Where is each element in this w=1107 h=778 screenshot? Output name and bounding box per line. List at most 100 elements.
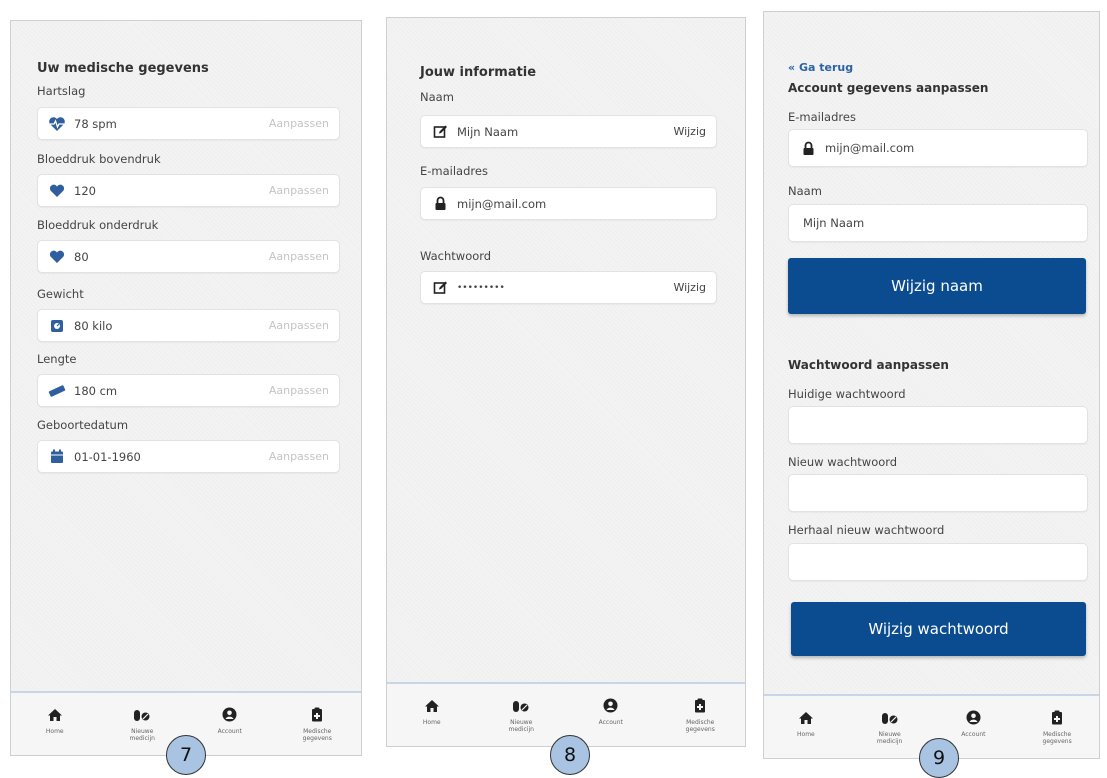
heart-rate-field[interactable]: 78 spm Aanpassen (37, 107, 340, 140)
change-name-button[interactable]: Wijzig naam (788, 258, 1086, 314)
name-input-value: Mijn Naam (803, 216, 865, 230)
step-badge-7: 7 (166, 735, 206, 775)
clipboard-icon (311, 707, 323, 726)
nav-label: Medische gegevens (685, 719, 715, 733)
email-field: mijn@mail.com (788, 129, 1088, 167)
nav-new-medicine[interactable]: Nieuwe medicijn (477, 684, 567, 746)
step-badge-8: 8 (550, 735, 590, 775)
email-field: mijn@mail.com (420, 187, 717, 220)
new-password-input[interactable] (788, 474, 1088, 512)
user-circle-icon (603, 698, 618, 717)
nav-label: Nieuwe medicijn (876, 731, 903, 745)
edit-icon (431, 123, 449, 141)
weight-edit-link[interactable]: Aanpassen (269, 319, 329, 332)
email-value: mijn@mail.com (825, 141, 915, 155)
pills-icon (133, 707, 151, 726)
nav-label: Home (797, 731, 815, 738)
password-value: ••••••••• (457, 282, 505, 293)
nav-home[interactable]: Home (764, 696, 848, 758)
heart-rate-label: Hartslag (37, 84, 86, 98)
nav-new-medicine[interactable]: Nieuwe medicijn (848, 696, 932, 758)
page-title: Account gegevens aanpassen (788, 81, 989, 95)
step-badge-9: 9 (919, 738, 959, 778)
weight-label: Gewicht (37, 287, 84, 301)
heart-icon (48, 248, 66, 266)
nav-label: Account (217, 728, 242, 735)
nav-home[interactable]: Home (387, 684, 477, 746)
nav-label: Nieuwe medicijn (129, 728, 155, 742)
birthdate-value: 01-01-1960 (74, 449, 141, 464)
systolic-value: 120 (74, 183, 96, 198)
ruler-icon (48, 382, 66, 400)
nav-label: Medische gegevens (302, 728, 332, 742)
back-label: Ga terug (798, 61, 854, 74)
user-circle-icon (966, 710, 981, 729)
edit-icon (431, 279, 449, 297)
password-field[interactable]: ••••••••• Wijzig (420, 271, 717, 304)
email-label: E-mailadres (788, 110, 856, 124)
nav-medical-data[interactable]: Medische gegevens (274, 693, 362, 755)
heart-rate-edit-link[interactable]: Aanpassen (269, 117, 329, 130)
diastolic-field[interactable]: 80 Aanpassen (37, 240, 340, 273)
home-icon (47, 707, 63, 726)
password-label: Wachtwoord (420, 249, 492, 263)
weight-scale-icon (48, 317, 66, 335)
name-field[interactable]: Mijn Naam Wijzig (420, 115, 717, 148)
current-password-input[interactable] (788, 406, 1088, 444)
nav-label: Home (422, 719, 441, 726)
name-label: Naam (420, 90, 454, 104)
systolic-label: Bloeddruk bovendruk (37, 152, 161, 166)
repeat-password-input[interactable] (788, 543, 1088, 581)
repeat-password-label: Herhaal nieuw wachtwoord (788, 523, 945, 537)
lock-icon (431, 195, 449, 213)
clipboard-icon (1051, 710, 1063, 729)
current-password-label: Huidige wachtwoord (788, 387, 906, 401)
account-info-screen: Jouw informatie Naam Mijn Naam Wijzig E-… (386, 17, 746, 747)
home-icon (798, 710, 814, 729)
nav-label: Home (45, 728, 64, 735)
name-value: Mijn Naam (457, 124, 519, 139)
nav-home[interactable]: Home (11, 693, 99, 755)
weight-value: 80 kilo (74, 318, 113, 333)
edit-password-link[interactable]: Wijzig (673, 281, 706, 294)
calendar-icon (48, 448, 66, 466)
diastolic-value: 80 (74, 249, 89, 264)
systolic-field[interactable]: 120 Aanpassen (37, 174, 340, 207)
pills-icon (512, 698, 530, 717)
height-edit-link[interactable]: Aanpassen (269, 384, 329, 397)
height-field[interactable]: 180 cm Aanpassen (37, 374, 340, 407)
height-value: 180 cm (74, 383, 118, 398)
height-label: Lengte (37, 352, 77, 366)
nav-medical-data[interactable]: Medische gegevens (1015, 696, 1099, 758)
name-input[interactable]: Mijn Naam (788, 204, 1088, 242)
birthdate-edit-link[interactable]: Aanpassen (269, 450, 329, 463)
nav-medical-data[interactable]: Medische gegevens (656, 684, 746, 746)
edit-account-screen: « Ga terug Account gegevens aanpassen E-… (763, 11, 1100, 759)
lock-icon (799, 139, 817, 157)
page-title: Jouw informatie (420, 65, 537, 80)
systolic-edit-link[interactable]: Aanpassen (269, 184, 329, 197)
nav-label: Account (961, 731, 986, 738)
page-title: Uw medische gegevens (37, 61, 209, 76)
password-section-title: Wachtwoord aanpassen (788, 358, 949, 372)
email-value: mijn@mail.com (457, 196, 547, 211)
heartbeat-icon (48, 115, 66, 133)
diastolic-label: Bloeddruk onderdruk (37, 218, 159, 232)
home-icon (424, 698, 440, 717)
heart-rate-value: 78 spm (74, 116, 117, 131)
new-password-label: Nieuw wachtwoord (788, 455, 898, 469)
edit-name-link[interactable]: Wijzig (673, 125, 706, 138)
nav-label: Account (598, 719, 623, 726)
birthdate-field[interactable]: 01-01-1960 Aanpassen (37, 440, 340, 473)
weight-field[interactable]: 80 kilo Aanpassen (37, 309, 340, 342)
medical-data-screen: Uw medische gegevens Hartslag 78 spm Aan… (10, 20, 362, 756)
clipboard-icon (694, 698, 706, 717)
nav-label: Nieuwe medicijn (508, 719, 534, 733)
nav-label: Medische gegevens (1042, 731, 1072, 745)
change-password-button[interactable]: Wijzig wachtwoord (791, 602, 1086, 656)
email-label: E-mailadres (420, 164, 488, 178)
back-link[interactable]: « Ga terug (788, 61, 853, 74)
pills-icon (881, 710, 899, 729)
diastolic-edit-link[interactable]: Aanpassen (269, 250, 329, 263)
user-circle-icon (222, 707, 237, 726)
